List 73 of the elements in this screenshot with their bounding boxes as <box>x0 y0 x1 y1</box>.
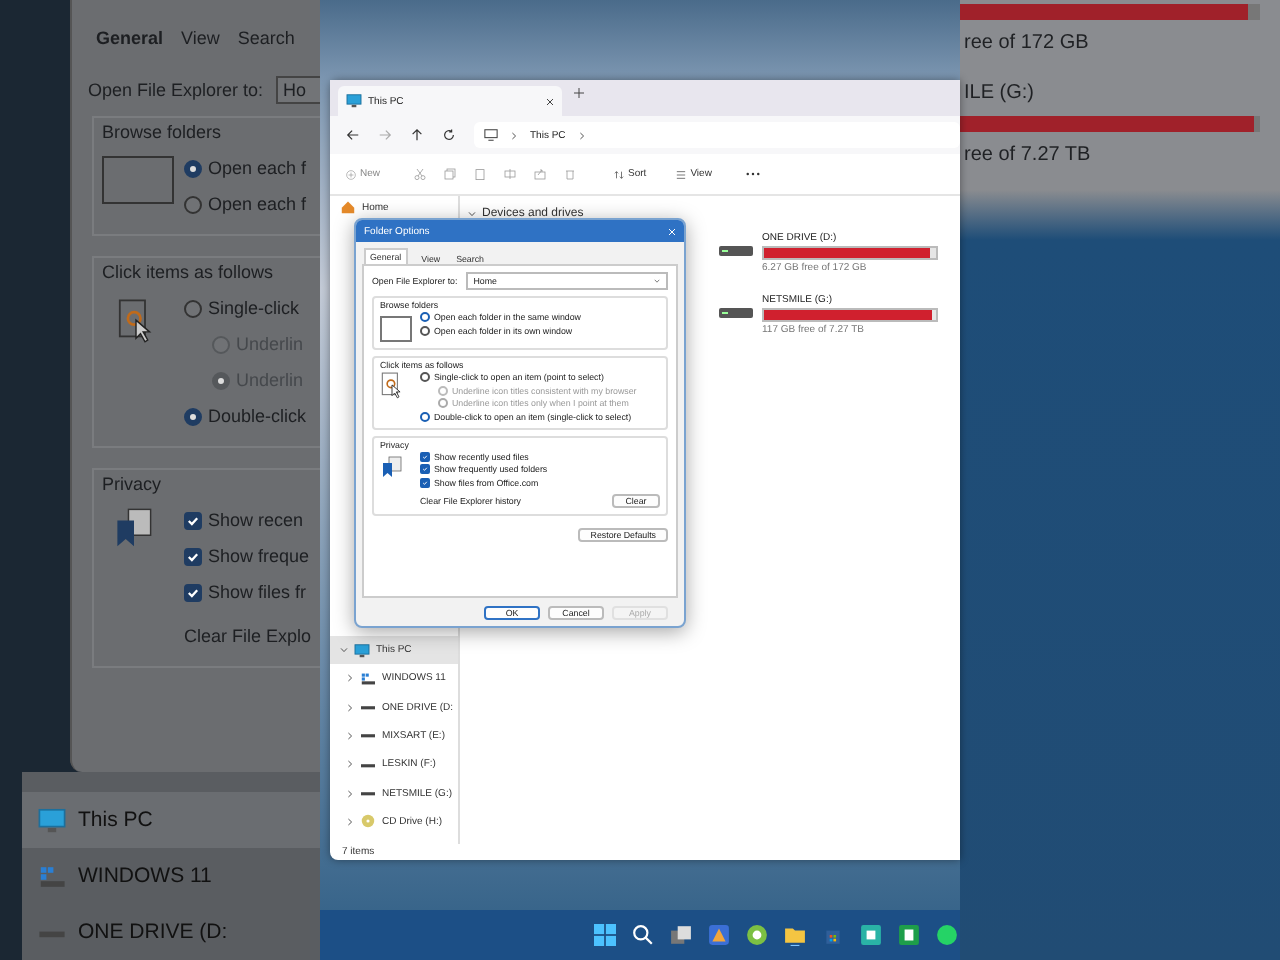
option-label: Open each f <box>208 158 307 178</box>
system-drive-icon <box>38 863 66 889</box>
folder-icon[interactable] <box>784 924 806 946</box>
option-label: Single-click <box>208 298 300 318</box>
windows-logo-icon[interactable] <box>594 924 616 946</box>
chevron-icon[interactable] <box>468 210 476 218</box>
monitor-icon <box>484 128 498 142</box>
nav-item[interactable]: This PC <box>22 792 320 848</box>
plus-icon[interactable] <box>574 88 584 98</box>
free-space-text: ree of 172 GB <box>962 32 1091 54</box>
search-icon[interactable] <box>632 924 654 946</box>
disc-app-icon[interactable] <box>746 924 768 946</box>
system-drive-icon <box>360 671 376 686</box>
radio-button[interactable] <box>184 299 202 317</box>
drive-name: ILE (G:) <box>962 82 1037 104</box>
radio-button[interactable] <box>420 312 430 322</box>
pointer-icon <box>380 372 404 400</box>
chevron-icon[interactable] <box>346 731 354 740</box>
chevron-icon[interactable] <box>346 789 354 798</box>
drive-icon <box>718 302 754 322</box>
close-icon[interactable] <box>546 97 554 105</box>
caret-icon <box>654 278 660 284</box>
radio-button[interactable] <box>184 407 202 425</box>
radio-button[interactable] <box>184 159 202 177</box>
up-arrow-icon[interactable] <box>410 128 424 142</box>
chevron-icon[interactable] <box>346 817 354 826</box>
free-space-text: ree of 7.27 TB <box>962 144 1093 166</box>
monitor-icon <box>354 643 370 658</box>
cd-icon <box>360 814 376 829</box>
checkbox[interactable] <box>184 547 202 565</box>
monitor-icon <box>38 807 66 833</box>
checkbox[interactable] <box>420 464 430 474</box>
task-view-icon[interactable] <box>670 924 692 946</box>
option-label: Show freque <box>208 546 310 566</box>
plus-icon <box>346 169 356 179</box>
checkbox[interactable] <box>420 451 430 461</box>
option-label: Show recen <box>208 510 304 530</box>
radio-button[interactable] <box>420 411 430 421</box>
radio-button[interactable] <box>420 325 430 335</box>
history-label: Clear File Explo <box>184 626 312 646</box>
chevron-icon[interactable] <box>346 703 354 712</box>
window-icon <box>380 316 412 342</box>
document-app-icon[interactable] <box>898 924 920 946</box>
chevron-icon[interactable] <box>346 674 354 683</box>
round-app-icon[interactable] <box>936 924 958 946</box>
refresh-icon[interactable] <box>442 128 456 142</box>
checkbox[interactable] <box>184 583 202 601</box>
home-icon <box>340 200 356 214</box>
sort-arrows-icon <box>614 169 625 179</box>
window-icon <box>102 156 174 204</box>
radio-button[interactable] <box>420 372 430 382</box>
checkbox[interactable] <box>184 511 202 529</box>
group-title: Browse folders <box>102 122 224 146</box>
privacy-icon <box>380 451 404 479</box>
clipboard-icon[interactable] <box>474 168 487 180</box>
monitor-icon <box>346 94 362 108</box>
checkbox[interactable] <box>420 477 430 487</box>
radio-button[interactable] <box>184 195 202 213</box>
back-arrow-icon[interactable] <box>346 128 360 142</box>
group-title: Click items as follows <box>102 262 276 286</box>
option-label: Double-click <box>208 406 307 426</box>
pointer-icon <box>118 298 154 346</box>
drive-icon <box>718 240 754 260</box>
chevron-icon[interactable] <box>346 760 354 769</box>
dropdown-field[interactable]: Ho <box>275 76 320 104</box>
list-view-icon <box>676 169 687 179</box>
chevron-icon[interactable] <box>510 131 518 139</box>
option-label: Open each f <box>208 194 307 214</box>
tile-app-icon[interactable] <box>860 924 882 946</box>
option-label: Show files fr <box>208 582 307 602</box>
colorful-app-icon[interactable] <box>708 924 730 946</box>
field-label: Open File Explorer to: <box>88 80 264 100</box>
group-title: Privacy <box>102 474 164 498</box>
